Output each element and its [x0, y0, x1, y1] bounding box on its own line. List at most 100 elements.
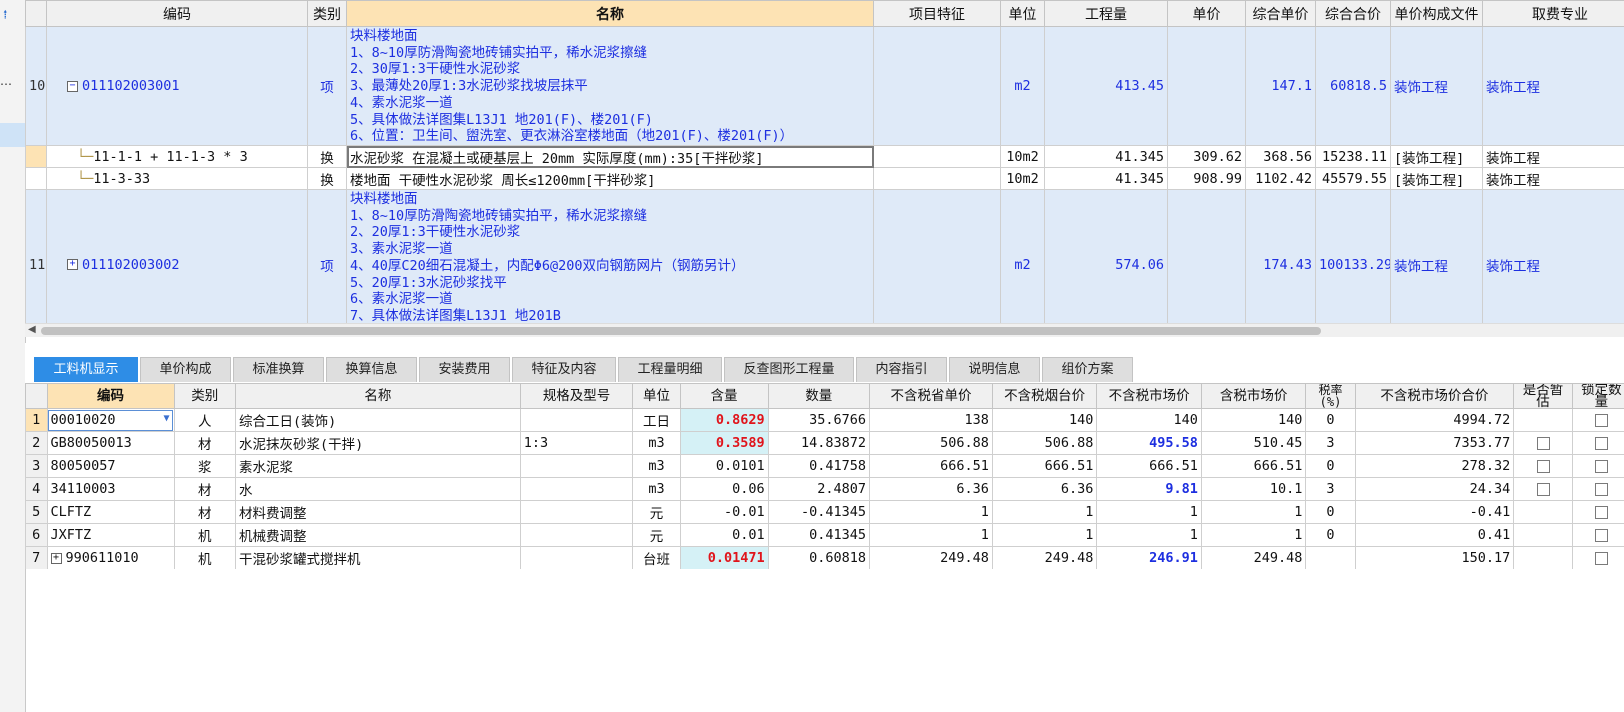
col-content[interactable]: 含量 [679, 383, 769, 409]
col-unit-total[interactable]: 综合单价 [1245, 0, 1316, 27]
quantity-cell[interactable]: 35.6766 [767, 408, 871, 432]
unit-cell[interactable]: m2 [1000, 189, 1045, 336]
col-estimate[interactable]: 是否暂估 [1513, 383, 1573, 409]
col-market-price[interactable]: 不含税市场价 [1096, 383, 1202, 409]
content-cell[interactable]: 0.01471 [679, 546, 769, 569]
table-row[interactable]: └─11-3-33 换 楼地面 干硬性水泥砂浆 周长≤1200mm[干拌砂浆] … [25, 167, 1624, 190]
code-cell[interactable]: 34110003 [46, 477, 175, 501]
spec-cell[interactable]: 1:3 [519, 431, 634, 455]
code-cell[interactable]: 80050057 [46, 454, 175, 478]
quantity-cell[interactable]: 0.41758 [767, 454, 871, 478]
market-price-cell[interactable]: 1 [1096, 500, 1202, 524]
content-cell[interactable]: 0.8629 [679, 408, 769, 432]
market-price-cell[interactable]: 9.81 [1096, 477, 1202, 501]
market-price-cell[interactable]: 246.91 [1096, 546, 1202, 569]
market-price-cell[interactable]: 1 [1096, 523, 1202, 547]
col-name[interactable]: 名称 [234, 383, 521, 409]
lock-cell[interactable] [1571, 408, 1624, 432]
unit-cell[interactable]: 10m2 [1000, 145, 1045, 168]
name-cell[interactable]: 综合工日(装饰) [234, 408, 521, 432]
feature-cell[interactable] [873, 145, 1001, 168]
name-cell[interactable]: 干混砂浆罐式搅拌机 [234, 546, 521, 569]
name-cell[interactable]: 楼地面 干硬性水泥砂浆 周长≤1200mm[干拌砂浆] [346, 167, 874, 190]
spec-cell[interactable] [519, 408, 634, 432]
quantity-cell[interactable]: 14.83872 [767, 431, 871, 455]
code-cell[interactable]: CLFTZ [46, 500, 175, 524]
table-row[interactable]: └─11-1-1 + 11-1-3 * 3 换 水泥砂浆 在混凝土或硬基层上 2… [25, 145, 1624, 168]
market-tax-price-cell[interactable]: 1 [1200, 523, 1307, 547]
col-spec[interactable]: 规格及型号 [519, 383, 634, 409]
tax-rate-cell[interactable]: 0 [1305, 408, 1356, 432]
lock-cell[interactable] [1571, 477, 1624, 501]
col-type[interactable]: 类别 [307, 0, 347, 27]
tab-install-fee[interactable]: 安装费用 [419, 357, 510, 382]
quantity-cell[interactable]: 0.41345 [767, 523, 871, 547]
tax-rate-cell[interactable]: 3 [1305, 431, 1356, 455]
estimate-checkbox[interactable] [1536, 482, 1550, 496]
quantity-cell[interactable]: 0.60818 [767, 546, 871, 569]
chevron-down-icon[interactable]: ▼ [163, 413, 169, 424]
major-cell[interactable]: 装饰工程 [1482, 26, 1624, 146]
collapse-icon[interactable]: − [67, 80, 78, 92]
quantity-cell[interactable]: -0.41345 [767, 500, 871, 524]
col-prov-price[interactable]: 不含税省单价 [869, 383, 993, 409]
type-cell[interactable]: 机 [173, 523, 236, 547]
col-major[interactable]: 取费专业 [1482, 0, 1624, 27]
market-tax-price-cell[interactable]: 510.45 [1200, 431, 1307, 455]
spec-cell[interactable] [519, 477, 634, 501]
spec-cell[interactable] [519, 500, 634, 524]
price-cell[interactable]: 309.62 [1167, 145, 1246, 168]
price-cell[interactable]: 908.99 [1167, 167, 1246, 190]
file-cell[interactable]: [装饰工程] [1390, 167, 1483, 190]
quantity-cell[interactable]: 2.4807 [767, 477, 871, 501]
col-unit[interactable]: 单位 [1000, 0, 1045, 27]
type-cell[interactable]: 换 [307, 145, 347, 168]
unit-cell[interactable]: m3 [632, 431, 681, 455]
type-cell[interactable]: 人 [173, 408, 236, 432]
unit-cell[interactable]: 元 [632, 523, 681, 547]
spec-cell[interactable] [519, 454, 634, 478]
market-price-cell[interactable]: 140 [1096, 408, 1202, 432]
col-file[interactable]: 单价构成文件 [1390, 0, 1483, 27]
market-tax-price-cell[interactable]: 140 [1200, 408, 1307, 432]
major-cell[interactable]: 装饰工程 [1482, 189, 1624, 336]
tab-price-composition[interactable]: 单价构成 [140, 357, 231, 382]
price-cell[interactable] [1167, 26, 1246, 146]
lock-cell[interactable] [1571, 454, 1624, 478]
file-cell[interactable]: 装饰工程 [1390, 189, 1483, 336]
type-cell[interactable]: 材 [173, 477, 236, 501]
market-price-cell[interactable]: 666.51 [1096, 454, 1202, 478]
qty-cell[interactable]: 574.06 [1044, 189, 1168, 336]
table-row[interactable]: 7 +990611010 机 干混砂浆罐式搅拌机 台班 0.01471 0.60… [25, 546, 1624, 569]
expand-icon[interactable]: + [67, 259, 78, 270]
code-cell[interactable]: GB80050013 [46, 431, 175, 455]
col-code[interactable]: 编码 [46, 383, 175, 409]
scrollbar-thumb[interactable] [41, 327, 1321, 335]
pin-icon[interactable]: ⭫ [3, 6, 8, 28]
name-edit-cell[interactable]: 水泥砂浆 在混凝土或硬基层上 20mm 实际厚度(mm):35[干拌砂浆] [346, 145, 874, 168]
major-cell[interactable]: 装饰工程 [1482, 167, 1624, 190]
col-type[interactable]: 类别 [173, 383, 236, 409]
scroll-left-icon[interactable]: ◀ [28, 324, 36, 335]
feature-cell[interactable] [873, 189, 1001, 336]
lock-checkbox[interactable] [1594, 482, 1608, 496]
file-cell[interactable]: 装饰工程 [1390, 26, 1483, 146]
lock-checkbox[interactable] [1594, 436, 1608, 450]
name-cell[interactable]: 块料楼地面 1、8~10厚防滑陶瓷地砖铺实拍平，稀水泥浆擦缝 2、20厚1:3干… [346, 189, 874, 336]
code-cell[interactable]: −011102003001 [46, 26, 308, 146]
lock-checkbox[interactable] [1594, 413, 1608, 427]
table-row[interactable]: 5 CLFTZ 材 材料费调整 元 -0.01 -0.41345 1 1 1 1… [25, 500, 1624, 524]
lock-checkbox[interactable] [1594, 551, 1608, 565]
market-tax-price-cell[interactable]: 249.48 [1200, 546, 1307, 569]
lock-cell[interactable] [1571, 431, 1624, 455]
code-cell[interactable]: └─11-1-1 + 11-1-3 * 3 [46, 145, 308, 168]
content-cell[interactable]: 0.06 [679, 477, 769, 501]
estimate-cell[interactable] [1513, 454, 1573, 478]
tax-rate-cell[interactable]: 0 [1305, 454, 1356, 478]
tab-features[interactable]: 特征及内容 [512, 357, 616, 382]
unit-cell[interactable]: 工日 [632, 408, 681, 432]
col-total[interactable]: 综合合价 [1315, 0, 1391, 27]
qty-cell[interactable]: 41.345 [1044, 145, 1168, 168]
content-cell[interactable]: -0.01 [679, 500, 769, 524]
major-cell[interactable]: 装饰工程 [1482, 145, 1624, 168]
